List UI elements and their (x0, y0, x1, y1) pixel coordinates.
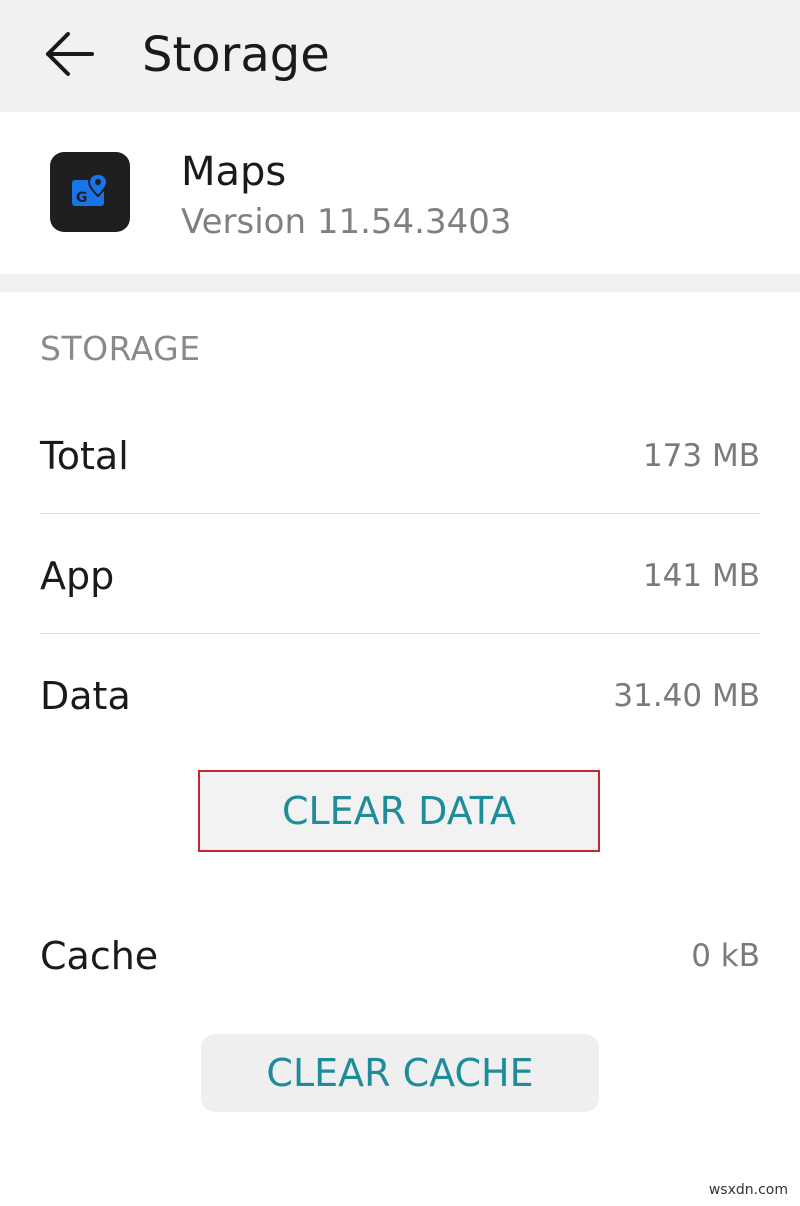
page-title: Storage (142, 27, 330, 83)
row-label: App (40, 554, 115, 598)
row-divider (40, 633, 760, 634)
storage-row-data: Data 31.40 MB (40, 666, 760, 726)
maps-pin-icon: G (72, 172, 109, 206)
row-divider (40, 513, 760, 514)
app-name: Maps (181, 149, 287, 195)
storage-row-app: App 141 MB (40, 546, 760, 606)
section-divider (0, 274, 800, 292)
watermark: wsxdn.com (708, 1182, 788, 1198)
row-value: 141 MB (642, 558, 760, 594)
storage-row-total: Total 173 MB (40, 426, 760, 486)
top-app-bar: Storage (0, 0, 800, 112)
row-label: Data (40, 674, 131, 718)
arrow-left-icon (46, 32, 94, 76)
app-icon: G (50, 152, 130, 232)
row-label: Cache (40, 934, 159, 978)
storage-row-cache: Cache 0 kB (40, 926, 760, 986)
row-value: 0 kB (691, 938, 760, 974)
clear-data-button[interactable]: CLEAR DATA (198, 770, 600, 852)
row-label: Total (40, 434, 129, 478)
section-label: STORAGE (40, 329, 201, 368)
clear-cache-button[interactable]: CLEAR CACHE (201, 1034, 599, 1112)
app-icon-letter: G (76, 190, 88, 206)
back-button[interactable] (40, 26, 100, 82)
row-value: 31.40 MB (613, 678, 760, 714)
app-version: Version 11.54.3403 (181, 202, 512, 242)
row-value: 173 MB (642, 438, 760, 474)
